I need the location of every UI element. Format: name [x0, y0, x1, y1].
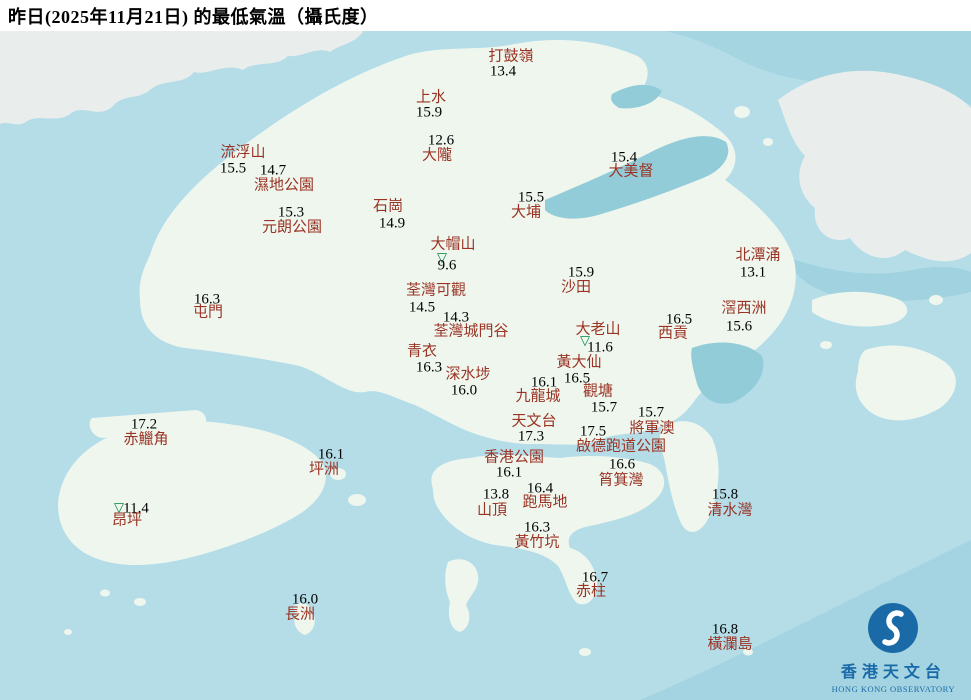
station-name: 深水埗: [445, 366, 491, 383]
station-name: 跑馬地: [522, 494, 568, 511]
station-name: 清水灣: [707, 502, 753, 519]
station-temp: 16.6: [608, 456, 636, 473]
station-name: 北潭涌: [735, 247, 781, 264]
station-temp: 9.6: [437, 257, 457, 274]
station-temp: 16.4: [526, 480, 554, 497]
station-name: 大美督: [608, 163, 654, 180]
station-name: 香港公園: [483, 449, 545, 466]
station-temp: 15.4: [610, 149, 638, 166]
station-temp: 14.5: [408, 299, 436, 316]
station-name: 荃灣可觀: [405, 282, 467, 299]
station-temp: 15.6: [725, 318, 753, 335]
station-name: 橫瀾島: [707, 636, 753, 653]
station-name: 天文台: [511, 413, 557, 430]
station-name: 將軍澳: [629, 420, 675, 437]
station-name: 黃大仙: [556, 354, 602, 371]
station-temp: 14.7: [259, 162, 287, 179]
station-name: 大帽山: [430, 236, 476, 253]
station-temp: 16.5: [665, 311, 693, 328]
station-name: 大埔: [510, 204, 542, 221]
station-name: 大老山: [575, 321, 621, 338]
station-temp: 15.9: [415, 104, 443, 121]
station-temp: 16.8: [711, 621, 739, 638]
station-name: 九龍城: [515, 388, 561, 405]
station-temp: 15.5: [517, 189, 545, 206]
station-temp: 15.7: [637, 404, 665, 421]
station-name: 沙田: [560, 279, 592, 296]
station-name: 流浮山: [220, 144, 266, 161]
station-temp: 16.1: [317, 446, 345, 463]
station-temp: 17.2: [130, 416, 158, 433]
station-temp: 17.3: [517, 428, 545, 445]
station-name: 屯門: [192, 304, 224, 321]
station-name: 黃竹坑: [514, 534, 560, 551]
station-name: 荃灣城門谷: [433, 323, 509, 340]
min-temperature-map-page: 打鼓嶺 13.4 上水 15.9 大隴 12.6 流浮山 15.5 濕地公園 14.7 大美督 15.…: [0, 0, 971, 700]
station-temp: 13.4: [489, 63, 517, 80]
station-name: 打鼓嶺: [488, 48, 534, 65]
station-temp: 14.9: [378, 215, 406, 232]
station-temp: 11.4: [123, 500, 149, 517]
station-name: 觀塘: [582, 383, 614, 400]
station-temp: 15.3: [277, 204, 305, 221]
station-name: 大隴: [421, 147, 453, 164]
station-temp: 17.5: [579, 423, 607, 440]
station-temp: 16.0: [450, 382, 478, 399]
station-name: 赤柱: [575, 583, 607, 600]
station-temp: 14.3: [442, 309, 470, 326]
station-name: 青衣: [406, 343, 438, 360]
station-temp: 16.3: [415, 359, 443, 376]
station-temp: 16.3: [523, 519, 551, 536]
station-name: 筲箕灣: [598, 472, 644, 489]
station-name: 長洲: [284, 606, 316, 623]
hko-logo-icon: [868, 603, 919, 653]
station-temp: 16.1: [495, 464, 523, 481]
hko-logo-name-en: HONG KONG OBSERVATORY: [831, 684, 955, 694]
station-name: 坪洲: [308, 461, 340, 478]
station-name: 山頂: [476, 502, 508, 519]
station-temp: 16.1: [530, 374, 558, 391]
station-name: 啟德跑道公園: [575, 438, 667, 455]
title-bar: 昨日(2025年11月21日) 的最低氣溫（攝氏度）: [0, 0, 971, 31]
station-name: 元朗公園: [261, 219, 323, 236]
station-temp: 15.9: [567, 264, 595, 281]
station-temp: 12.6: [427, 132, 455, 149]
station-temp: 13.8: [482, 486, 510, 503]
station-name: 西貢: [657, 325, 689, 342]
station-name: 石崗: [372, 198, 404, 215]
station-temp: 16.0: [291, 591, 319, 608]
station-temp: 15.8: [711, 486, 739, 503]
stations-layer: 打鼓嶺 13.4 上水 15.9 大隴 12.6 流浮山 15.5 濕地公園 14.7 大美督 15.…: [0, 0, 971, 700]
station-name: 滘西洲: [721, 300, 767, 317]
station-temp: 13.1: [739, 264, 767, 281]
page-title: 昨日(2025年11月21日) 的最低氣溫（攝氏度）: [8, 6, 379, 27]
hko-logo: 香港天文台 HONG KONG OBSERVATORY: [832, 602, 955, 694]
station-name: 濕地公園: [253, 177, 315, 194]
station-temp: 11.6: [587, 339, 613, 356]
station-temp: 15.7: [590, 399, 618, 416]
station-temp: 16.3: [193, 291, 221, 308]
station-temp: 16.7: [581, 569, 609, 586]
station-name: 赤鱲角: [123, 431, 169, 448]
hko-logo-name-zh: 香港天文台: [840, 664, 946, 681]
station-temp: 15.5: [219, 160, 247, 177]
station-name: 上水: [415, 89, 447, 106]
